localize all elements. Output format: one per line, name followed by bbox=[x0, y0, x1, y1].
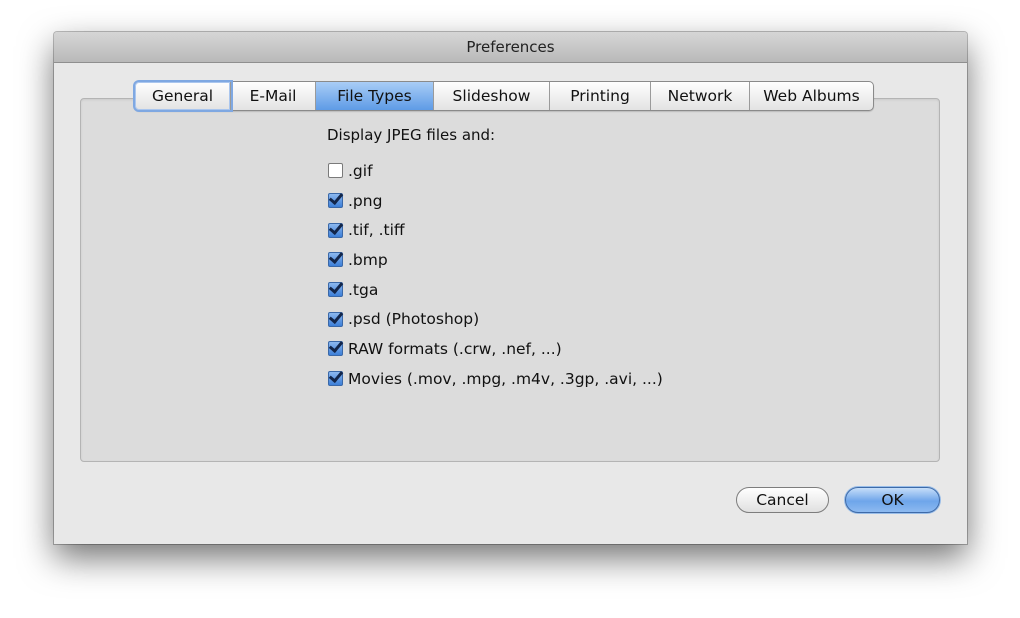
option-gif[interactable]: .gif bbox=[328, 156, 663, 186]
option-tga-label: .tga bbox=[348, 280, 379, 299]
option-bmp-label: .bmp bbox=[348, 250, 388, 269]
checkbox-png[interactable] bbox=[328, 193, 343, 209]
option-png-label: .png bbox=[348, 191, 383, 210]
option-movies-label: Movies (.mov, .mpg, .m4v, .3gp, .avi, ..… bbox=[348, 369, 663, 388]
checkbox-raw[interactable] bbox=[328, 341, 343, 357]
tab-general[interactable]: General bbox=[135, 82, 231, 110]
option-bmp[interactable]: .bmp bbox=[328, 245, 663, 275]
tab-slideshow[interactable]: Slideshow bbox=[434, 82, 550, 110]
preferences-window: Preferences General E-Mail File Types Sl… bbox=[54, 32, 967, 544]
option-tif-label: .tif, .tiff bbox=[348, 221, 405, 240]
checkbox-bmp[interactable] bbox=[328, 252, 343, 268]
option-raw-label: RAW formats (.crw, .nef, ...) bbox=[348, 339, 562, 358]
option-psd-label: .psd (Photoshop) bbox=[348, 310, 480, 329]
tab-network[interactable]: Network bbox=[651, 82, 750, 110]
option-tga[interactable]: .tga bbox=[328, 275, 663, 305]
option-gif-label: .gif bbox=[348, 161, 373, 180]
tab-printing[interactable]: Printing bbox=[550, 82, 651, 110]
cancel-button[interactable]: Cancel bbox=[736, 487, 829, 513]
option-psd[interactable]: .psd (Photoshop) bbox=[328, 304, 663, 334]
tab-email[interactable]: E-Mail bbox=[231, 82, 316, 110]
checkbox-movies[interactable] bbox=[328, 371, 343, 387]
display-jpeg-heading: Display JPEG files and: bbox=[327, 126, 496, 144]
tab-bar: General E-Mail File Types Slideshow Prin… bbox=[134, 81, 874, 111]
window-title: Preferences bbox=[54, 32, 967, 63]
option-tif[interactable]: .tif, .tiff bbox=[328, 215, 663, 245]
checkbox-gif[interactable] bbox=[328, 163, 343, 179]
checkbox-tga[interactable] bbox=[328, 282, 343, 298]
tab-web-albums[interactable]: Web Albums bbox=[750, 82, 873, 110]
option-movies[interactable]: Movies (.mov, .mpg, .m4v, .3gp, .avi, ..… bbox=[328, 364, 663, 394]
tab-file-types[interactable]: File Types bbox=[316, 82, 434, 110]
option-raw[interactable]: RAW formats (.crw, .nef, ...) bbox=[328, 334, 663, 364]
checkbox-tif[interactable] bbox=[328, 222, 343, 238]
option-png[interactable]: .png bbox=[328, 186, 663, 216]
checkbox-psd[interactable] bbox=[328, 311, 343, 327]
file-type-options: .gif .png .tif, .tiff .bmp .tga .psd (Ph… bbox=[328, 156, 663, 394]
ok-button[interactable]: OK bbox=[845, 487, 940, 513]
